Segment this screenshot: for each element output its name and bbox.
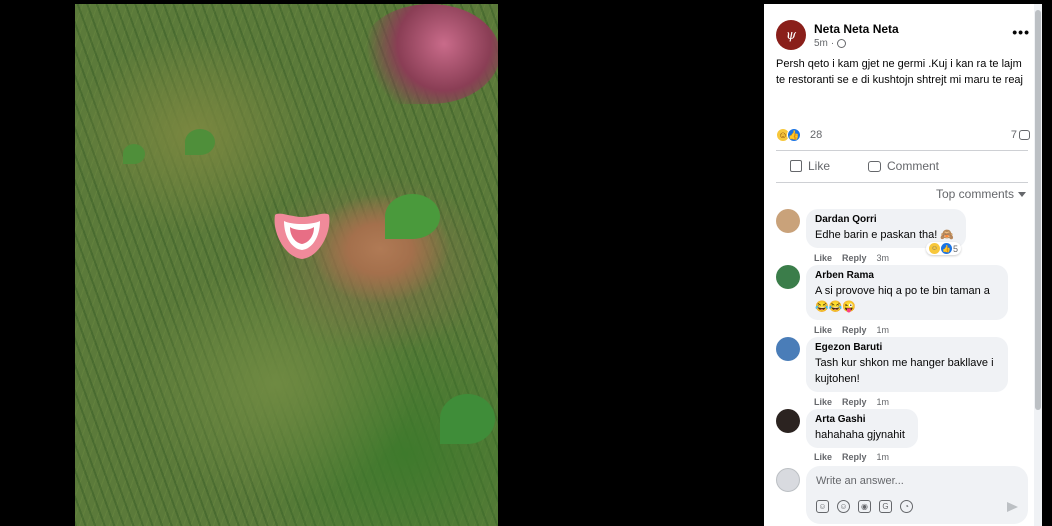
- comment-item: Arben Rama A si provove hiq a po te bin …: [776, 265, 1034, 335]
- divider-top: [776, 150, 1028, 151]
- comment-actions: Like Reply 1m: [814, 325, 889, 335]
- post-text: Persh qeto i kam gjet ne germi .Kuj i ka…: [776, 58, 1023, 86]
- comment-text: Tash kur shkon me hanger bakllave i kujt…: [815, 357, 994, 385]
- comment-time[interactable]: 1m: [877, 452, 890, 462]
- post-panel: ψ Neta Neta Neta 5m · ••• Persh qeto i k…: [764, 4, 1034, 526]
- comment-like-button[interactable]: Like: [814, 397, 832, 407]
- comment-text: hahahaha gjynahit: [815, 429, 905, 441]
- comment-reply-button[interactable]: Reply: [842, 325, 867, 335]
- emoji-icon[interactable]: ☺: [837, 500, 850, 513]
- gif-icon[interactable]: G: [879, 500, 892, 513]
- more-horizontal-icon: •••: [1012, 24, 1030, 40]
- comment-text: A si provove hiq a po te bin taman a: [815, 285, 990, 297]
- comment-text-emojis: 😂😂😜: [815, 301, 857, 313]
- comment-item: Arta Gashi hahahaha gjynahit Like Reply …: [776, 409, 1034, 462]
- like-button[interactable]: Like: [790, 159, 830, 173]
- comment-text: Edhe barin e paskan tha! 🙈: [815, 229, 955, 241]
- camera-icon[interactable]: ◉: [858, 500, 871, 513]
- post-time[interactable]: 5m: [814, 38, 828, 49]
- divider-bottom: [776, 182, 1028, 183]
- comment-item: Egezon Baruti Tash kur shkon me hanger b…: [776, 337, 1034, 407]
- composer-box: ☺ ☺ ◉ G ◔: [806, 466, 1028, 524]
- comment-reply-button[interactable]: Reply: [842, 452, 867, 462]
- comment-label: Comment: [887, 159, 940, 173]
- comment-bubble-icon: [1019, 130, 1030, 140]
- thumbs-up-icon: [790, 160, 802, 172]
- separator-dot: ·: [830, 38, 835, 49]
- commenter-avatar[interactable]: [776, 409, 800, 433]
- comment-button[interactable]: Comment: [868, 159, 939, 173]
- sort-comments-dropdown[interactable]: Top comments: [936, 187, 1026, 201]
- comment-reply-button[interactable]: Reply: [842, 397, 867, 407]
- commenter-name[interactable]: Egezon Baruti: [815, 341, 999, 355]
- denture-object: [274, 213, 330, 259]
- comment-time[interactable]: 1m: [877, 325, 890, 335]
- comment-composer: ☺ ☺ ◉ G ◔: [776, 466, 1030, 524]
- like-reaction-icon: 👍: [787, 128, 801, 142]
- commenter-name[interactable]: Arben Rama: [815, 269, 999, 283]
- photo-area: [0, 0, 764, 526]
- comment-like-button[interactable]: Like: [814, 253, 832, 263]
- commenter-name[interactable]: Arta Gashi: [815, 413, 909, 427]
- viewer-root: ψ Neta Neta Neta 5m · ••• Persh qeto i k…: [0, 0, 1052, 526]
- globe-icon: [837, 39, 847, 48]
- commenter-avatar[interactable]: [776, 265, 800, 289]
- comment-count: 7: [1010, 129, 1017, 141]
- photo-ivy-mid: [123, 144, 145, 164]
- comment-bubble: Egezon Baruti Tash kur shkon me hanger b…: [806, 337, 1008, 392]
- photo-ivy-left: [185, 129, 215, 155]
- scrollbar-thumb[interactable]: [1035, 10, 1041, 410]
- like-label: Like: [808, 159, 831, 173]
- comment-time[interactable]: 1m: [877, 397, 890, 407]
- commenter-avatar[interactable]: [776, 337, 800, 361]
- post-header: ψ Neta Neta Neta 5m · •••: [776, 20, 1029, 52]
- caret-down-icon: [1018, 191, 1026, 197]
- author-avatar[interactable]: ψ: [776, 20, 806, 50]
- more-options-button[interactable]: •••: [1012, 24, 1030, 40]
- photo-ivy-bottom: [440, 394, 495, 444]
- post-actions: Like Comment: [776, 156, 1028, 180]
- comment-actions: Like Reply 1m: [814, 452, 889, 462]
- answer-input[interactable]: [816, 472, 1016, 490]
- photo-ivy-right: [385, 194, 440, 239]
- comment-actions: Like Reply 3m: [814, 253, 889, 263]
- comment-actions: Like Reply 1m: [814, 397, 889, 407]
- comment-like-button[interactable]: Like: [814, 325, 832, 335]
- haha-reaction-icon: ☺: [929, 243, 940, 254]
- comment-reaction-count: 5: [953, 243, 959, 254]
- comment-icon: [868, 160, 881, 172]
- reaction-count[interactable]: 28: [810, 129, 822, 141]
- post-photo[interactable]: [75, 4, 498, 526]
- like-reaction-icon: 👍: [941, 243, 952, 254]
- commenter-avatar[interactable]: [776, 209, 800, 233]
- composer-tools: ☺ ☺ ◉ G ◔: [816, 500, 913, 513]
- comment-count-link[interactable]: 7: [1011, 129, 1030, 141]
- comment-time[interactable]: 3m: [877, 253, 890, 263]
- comment-bubble: Arben Rama A si provove hiq a po te bin …: [806, 265, 1008, 320]
- panel-scrollbar[interactable]: [1034, 4, 1042, 526]
- author-name[interactable]: Neta Neta Neta: [814, 22, 899, 36]
- reaction-icons[interactable]: ☺ 👍: [776, 128, 801, 142]
- comment-item: Dardan Qorri Edhe barin e paskan tha! 🙈 …: [776, 209, 1034, 265]
- comment-reactions[interactable]: ☺ 👍 5: [926, 242, 962, 255]
- comment-like-button[interactable]: Like: [814, 452, 832, 462]
- comment-bubble: Arta Gashi hahahaha gjynahit: [806, 409, 918, 448]
- current-user-avatar: [776, 468, 800, 492]
- post-meta: 5m ·: [814, 38, 847, 49]
- comment-reply-button[interactable]: Reply: [842, 253, 867, 263]
- avatar-sticker-icon[interactable]: ☺: [816, 500, 829, 513]
- sticker-icon[interactable]: ◔: [900, 500, 913, 513]
- commenter-name[interactable]: Dardan Qorri: [815, 213, 957, 227]
- photo-leaves: [360, 4, 498, 104]
- reactions-bar: ☺ 👍 28 7: [776, 126, 1030, 144]
- sort-label: Top comments: [935, 187, 1014, 201]
- send-icon[interactable]: [1007, 502, 1018, 512]
